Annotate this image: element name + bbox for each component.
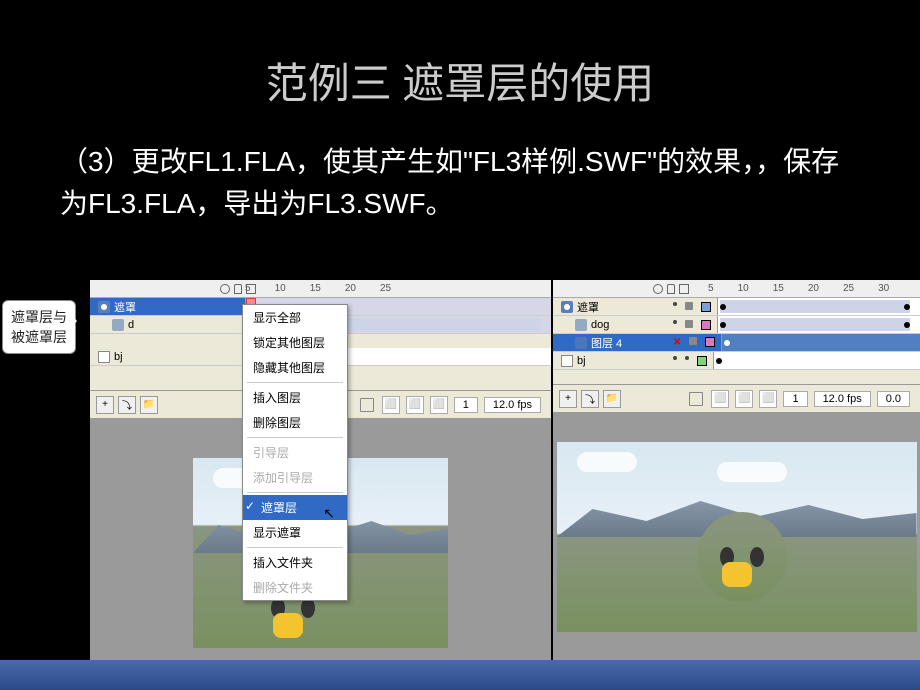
menu-mask-layer[interactable]: 遮罩层 ↖ [243, 495, 347, 520]
menu-add-guide: 添加引导层 [243, 465, 347, 490]
add-layer-button[interactable]: + [96, 396, 114, 414]
layer-row-bj[interactable]: bj [553, 352, 920, 370]
callout-line2: 被遮罩层 [11, 327, 67, 347]
masked-layer-icon [112, 319, 124, 331]
eye-icon[interactable] [220, 284, 230, 294]
masked-layer-icon [575, 337, 587, 349]
color-swatch[interactable] [701, 320, 711, 330]
dog-character [273, 598, 313, 638]
add-layer-button[interactable]: + [559, 390, 577, 408]
frame-number: 1 [783, 391, 807, 407]
layer-name: dog [591, 319, 609, 331]
outline-icon[interactable] [679, 284, 689, 294]
mask-layer-icon [98, 301, 110, 313]
color-swatch[interactable] [701, 302, 711, 312]
menu-delete-layer[interactable]: 删除图层 [243, 410, 347, 435]
onion-btn1[interactable]: ⬜ [711, 390, 729, 408]
trash-icon[interactable] [689, 392, 703, 406]
timeline-ruler: 5 10 15 20 25 [90, 280, 551, 298]
menu-separator [247, 492, 343, 493]
ruler-numbers: 5 10 15 20 25 [245, 283, 391, 294]
menu-separator [247, 437, 343, 438]
lock-indicator[interactable] [685, 302, 693, 310]
flash-timeline-right: 5 10 15 20 25 30 遮罩 dog [553, 280, 920, 690]
onion-btn2[interactable]: ⬜ [735, 390, 753, 408]
lock-indicator[interactable] [685, 320, 693, 328]
callout-line1: 遮罩层与 [11, 307, 67, 327]
hidden-x-icon[interactable]: ✕ [673, 337, 681, 348]
ruler-numbers: 5 10 15 20 25 30 [708, 283, 889, 294]
onion-btn3[interactable]: ⬜ [759, 390, 777, 408]
onion-btn2[interactable]: ⬜ [406, 396, 424, 414]
lock-icon[interactable] [667, 284, 675, 294]
menu-separator [247, 547, 343, 548]
menu-guide-layer: 引导层 [243, 440, 347, 465]
layer-name: bj [577, 355, 586, 367]
layer-row-dog[interactable]: dog [553, 316, 920, 334]
masked-layer-icon [575, 319, 587, 331]
flash-timeline-left: 5 10 15 20 25 遮罩 d bj [90, 280, 551, 690]
timeline-toolbar: + ⤵ 📁 ⬜ ⬜ ⬜ 1 12.0 fps 0.0 [553, 384, 920, 412]
lock-indicator[interactable] [689, 337, 697, 345]
eye-icon[interactable] [653, 284, 663, 294]
menu-lock-others[interactable]: 锁定其他图层 [243, 330, 347, 355]
menu-insert-layer[interactable]: 插入图层 [243, 385, 347, 410]
layer-header-icons [220, 284, 256, 294]
slide-title: 范例三 遮罩层的使用 [0, 0, 920, 141]
menu-hide-others[interactable]: 隐藏其他图层 [243, 355, 347, 380]
fps-display: 12.0 fps [814, 391, 871, 407]
layer-name: 遮罩 [114, 299, 136, 315]
menu-separator [247, 382, 343, 383]
layer-name: 遮罩 [577, 299, 599, 315]
color-swatch[interactable] [705, 337, 715, 347]
fps-display: 12.0 fps [484, 397, 541, 413]
layer-name: d [128, 319, 134, 331]
mask-preview-circle [697, 512, 787, 602]
layer-context-menu: 显示全部 锁定其他图层 隐藏其他图层 插入图层 删除图层 引导层 添加引导层 遮… [242, 304, 348, 601]
mask-layer-icon [561, 301, 573, 313]
cloud-graphic [577, 452, 637, 472]
timeline-ruler: 5 10 15 20 25 30 [553, 280, 920, 298]
trash-icon[interactable] [360, 398, 374, 412]
time-display: 0.0 [877, 391, 910, 407]
menu-insert-folder[interactable]: 插入文件夹 [243, 550, 347, 575]
layer-name: bj [114, 351, 123, 363]
add-guide-button[interactable]: ⤵ [581, 390, 599, 408]
page-layer-icon [561, 355, 573, 367]
layer-row-mask[interactable]: 遮罩 [553, 298, 920, 316]
add-folder-button[interactable]: 📁 [603, 390, 621, 408]
outline-icon[interactable] [246, 284, 256, 294]
dog-character [722, 547, 762, 587]
slide-body-text: （3）更改FL1.FLA，使其产生如"FL3样例.SWF"的效果，，保存为FL3… [0, 141, 920, 255]
stage-area [553, 412, 920, 662]
layer-header-icons [653, 284, 689, 294]
onion-btn1[interactable]: ⬜ [382, 396, 400, 414]
lock-icon[interactable] [234, 284, 242, 294]
menu-show-mask[interactable]: 显示遮罩 [243, 520, 347, 545]
cloud-graphic [717, 462, 787, 482]
layer-row-layer4[interactable]: 图层 4 ✕ [553, 334, 920, 352]
menu-show-all[interactable]: 显示全部 [243, 305, 347, 330]
slide-footer-bar [0, 660, 920, 690]
cursor-icon: ↖ [323, 505, 335, 522]
menu-delete-folder: 删除文件夹 [243, 575, 347, 600]
screenshot-row: 5 10 15 20 25 遮罩 d bj [0, 280, 920, 690]
color-swatch[interactable] [697, 356, 707, 366]
page-layer-icon [98, 351, 110, 363]
add-folder-button[interactable]: 📁 [140, 396, 158, 414]
callout-label: 遮罩层与 被遮罩层 [2, 300, 76, 354]
add-guide-button[interactable]: ⤵ [118, 396, 136, 414]
stage-canvas[interactable] [557, 442, 917, 632]
frame-number: 1 [454, 397, 478, 413]
layer-name: 图层 4 [591, 335, 622, 351]
onion-btn3[interactable]: ⬜ [430, 396, 448, 414]
